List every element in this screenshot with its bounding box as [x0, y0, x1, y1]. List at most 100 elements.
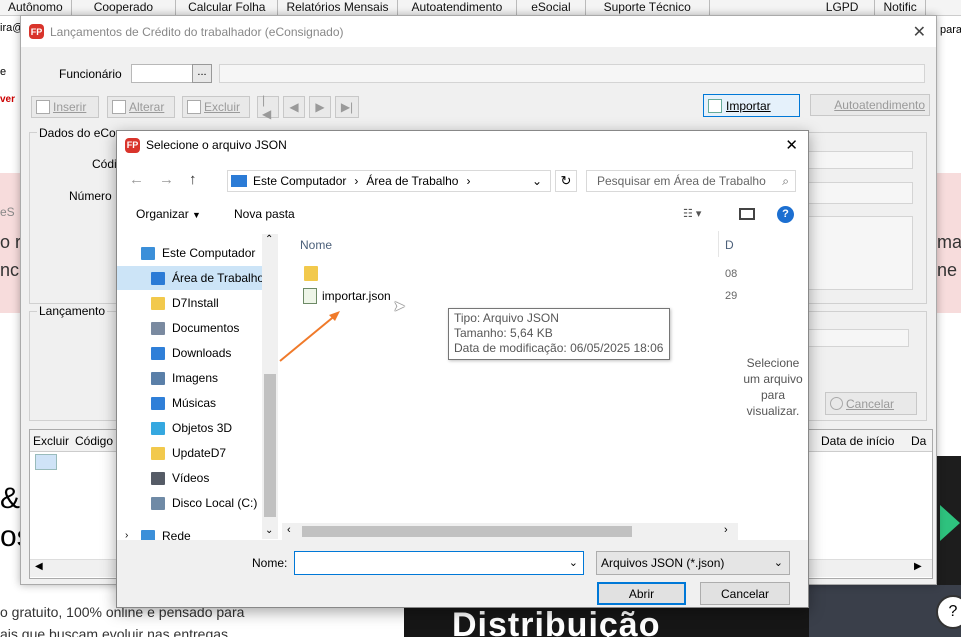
grid-header-excluir[interactable]: Excluir — [33, 434, 69, 448]
grid-row-checkbox[interactable] — [35, 454, 57, 470]
right-memo — [801, 216, 913, 290]
folder-icon — [151, 296, 165, 310]
bg-frag: e — [0, 66, 7, 78]
import-icon — [708, 98, 722, 113]
download-icon — [151, 346, 165, 360]
tree-item[interactable]: Objetos 3D — [117, 416, 262, 440]
chevron-down-icon[interactable]: ⌄ — [569, 556, 578, 569]
tree-item[interactable]: Área de Trabalho — [117, 266, 264, 290]
up-icon[interactable]: ↑ — [189, 171, 197, 188]
breadcrumb-item[interactable]: Área de Trabalho — [366, 174, 458, 188]
dialog-close-icon[interactable]: ✕ — [785, 136, 798, 154]
funcionario-lookup-button[interactable]: ... — [192, 64, 212, 83]
file-row-folder[interactable]: 08 — [300, 265, 740, 285]
navigation-tree: Este Computador Área de Trabalho D7Install… — [117, 234, 277, 543]
excluir-button[interactable]: Excluir — [182, 96, 250, 118]
breadcrumb-dropdown-icon[interactable]: ⌄ — [532, 174, 542, 188]
first-record-button[interactable]: |◀ — [257, 93, 279, 121]
app-logo-icon: FP — [125, 137, 140, 153]
back-icon[interactable]: ← — [129, 171, 144, 188]
scroll-right-icon[interactable]: › — [724, 524, 728, 536]
bg-frag: para — [940, 24, 961, 36]
tree-item[interactable]: D7Install — [117, 291, 262, 315]
menu-item-esocial[interactable]: eSocial — [517, 0, 586, 15]
next-record-button[interactable]: ▶ — [309, 96, 331, 118]
importar-button[interactable]: Importar — [703, 94, 800, 117]
bg-left-white — [0, 313, 20, 613]
grid-header-codigo[interactable]: Código — [75, 434, 113, 448]
scroll-left-icon[interactable]: ‹ — [287, 524, 291, 536]
menu-item-suporte[interactable]: Suporte Técnico — [586, 0, 710, 15]
folder-icon — [304, 266, 318, 281]
refresh-icon[interactable]: ↻ — [555, 170, 577, 192]
dialog-titlebar: FP Selecione o arquivo JSON ✕ — [117, 131, 808, 159]
tree-item-label: Este Computador — [162, 246, 256, 260]
prev-record-button[interactable]: ◀ — [283, 96, 305, 118]
tree-item[interactable]: Disco Local (C:) — [117, 491, 262, 515]
menu-item-autoatendimento[interactable]: Autoatendimento — [398, 0, 518, 15]
scroll-down-icon[interactable]: ⌄ — [265, 525, 273, 536]
scroll-left-icon[interactable]: ◀ — [35, 561, 43, 572]
menu-item-calcular-folha[interactable]: Calcular Folha — [176, 0, 279, 15]
preview-pane-icon[interactable] — [739, 208, 755, 220]
scroll-up-icon[interactable]: ⌃ — [265, 234, 273, 245]
funcionario-name-field — [219, 64, 925, 83]
images-icon — [151, 371, 165, 385]
tree-item-label: D7Install — [172, 296, 219, 310]
funcionario-code-input[interactable] — [131, 64, 193, 83]
last-record-button[interactable]: ▶| — [335, 96, 359, 118]
menu-item-relatorios[interactable]: Relatórios Mensais — [278, 0, 398, 15]
tree-item[interactable]: Músicas — [117, 391, 262, 415]
bg-left-strip — [0, 16, 20, 196]
tree-item-label: Imagens — [172, 371, 219, 385]
file-date: 08 — [725, 268, 738, 280]
scroll-right-icon[interactable]: ▶ — [914, 561, 922, 572]
menu-item-notific[interactable]: Notific — [875, 0, 926, 15]
cancelar-button[interactable]: Cancelar — [700, 582, 790, 605]
view-options-icon[interactable]: ☷ ▾ — [683, 207, 701, 220]
col-header-data[interactable]: D — [725, 238, 734, 252]
menu-item-autonomo[interactable]: Autônomo — [0, 0, 72, 15]
col-header-nome[interactable]: Nome — [300, 238, 332, 252]
inserir-button[interactable]: Inserir — [31, 96, 99, 118]
alterar-button[interactable]: Alterar — [107, 96, 175, 118]
abrir-button[interactable]: Abrir — [597, 582, 686, 605]
tree-item-label: Documentos — [172, 321, 240, 335]
grid-header-data-inicio[interactable]: Data de início — [821, 434, 894, 448]
tree-item[interactable]: Vídeos — [117, 466, 262, 490]
bg-frag: o r — [0, 232, 22, 252]
tree-item-label: Objetos 3D — [172, 421, 233, 435]
nova-pasta-button[interactable]: Nova pasta — [234, 207, 295, 221]
tree-item-label: UpdateD7 — [172, 446, 227, 460]
dialog-title: Selecione o arquivo JSON — [146, 138, 287, 152]
funcionario-label: Funcionário — [59, 67, 122, 81]
filetype-select[interactable]: Arquivos JSON (*.json) ⌄ — [596, 551, 790, 575]
organizar-button[interactable]: Organizar ▼ — [136, 207, 201, 221]
file-date: 29 — [725, 290, 738, 302]
tree-item[interactable]: Este Computador — [117, 241, 262, 265]
main-window-titlebar: FP Lançamentos de Crédito do trabalhador… — [21, 16, 936, 47]
tooltip-tipo: Tipo: Arquivo JSON — [454, 311, 559, 325]
help-icon[interactable]: ? — [777, 206, 794, 223]
grid-header-da[interactable]: Da — [911, 434, 926, 448]
tree-item[interactable]: UpdateD7 — [117, 441, 262, 465]
file-tooltip: Tipo: Arquivo JSON Tamanho: 5,64 KB Data… — [448, 308, 670, 360]
bg-frag: eS — [0, 205, 15, 219]
autoatendimento-button[interactable]: Autoatendimento — [810, 94, 930, 116]
tree-item[interactable]: Imagens — [117, 366, 262, 390]
tree-item[interactable]: Documentos — [117, 316, 262, 340]
breadcrumb-item[interactable]: Este Computador — [253, 174, 346, 188]
hscroll-thumb[interactable] — [302, 526, 632, 537]
tree-scroll-thumb[interactable] — [264, 374, 276, 517]
forward-icon[interactable]: → — [159, 171, 174, 188]
tree-item[interactable]: Downloads — [117, 341, 262, 365]
right-field-2 — [801, 182, 913, 204]
close-icon[interactable]: ✕ — [913, 22, 926, 42]
menu-item-cooperado[interactable]: Cooperado — [72, 0, 177, 15]
nome-input[interactable]: ⌄ — [294, 551, 584, 575]
breadcrumb[interactable]: Este Computador › Área de Trabalho › ⌄ — [227, 170, 551, 192]
file-row-importar-json[interactable]: importar.json 29 — [300, 287, 740, 307]
cancelar-main-button[interactable]: Cancelar — [825, 392, 917, 415]
menu-item-lgpd[interactable]: LGPD — [810, 0, 876, 15]
search-input[interactable]: Pesquisar em Área de Trabalho ⌕ — [586, 170, 796, 192]
